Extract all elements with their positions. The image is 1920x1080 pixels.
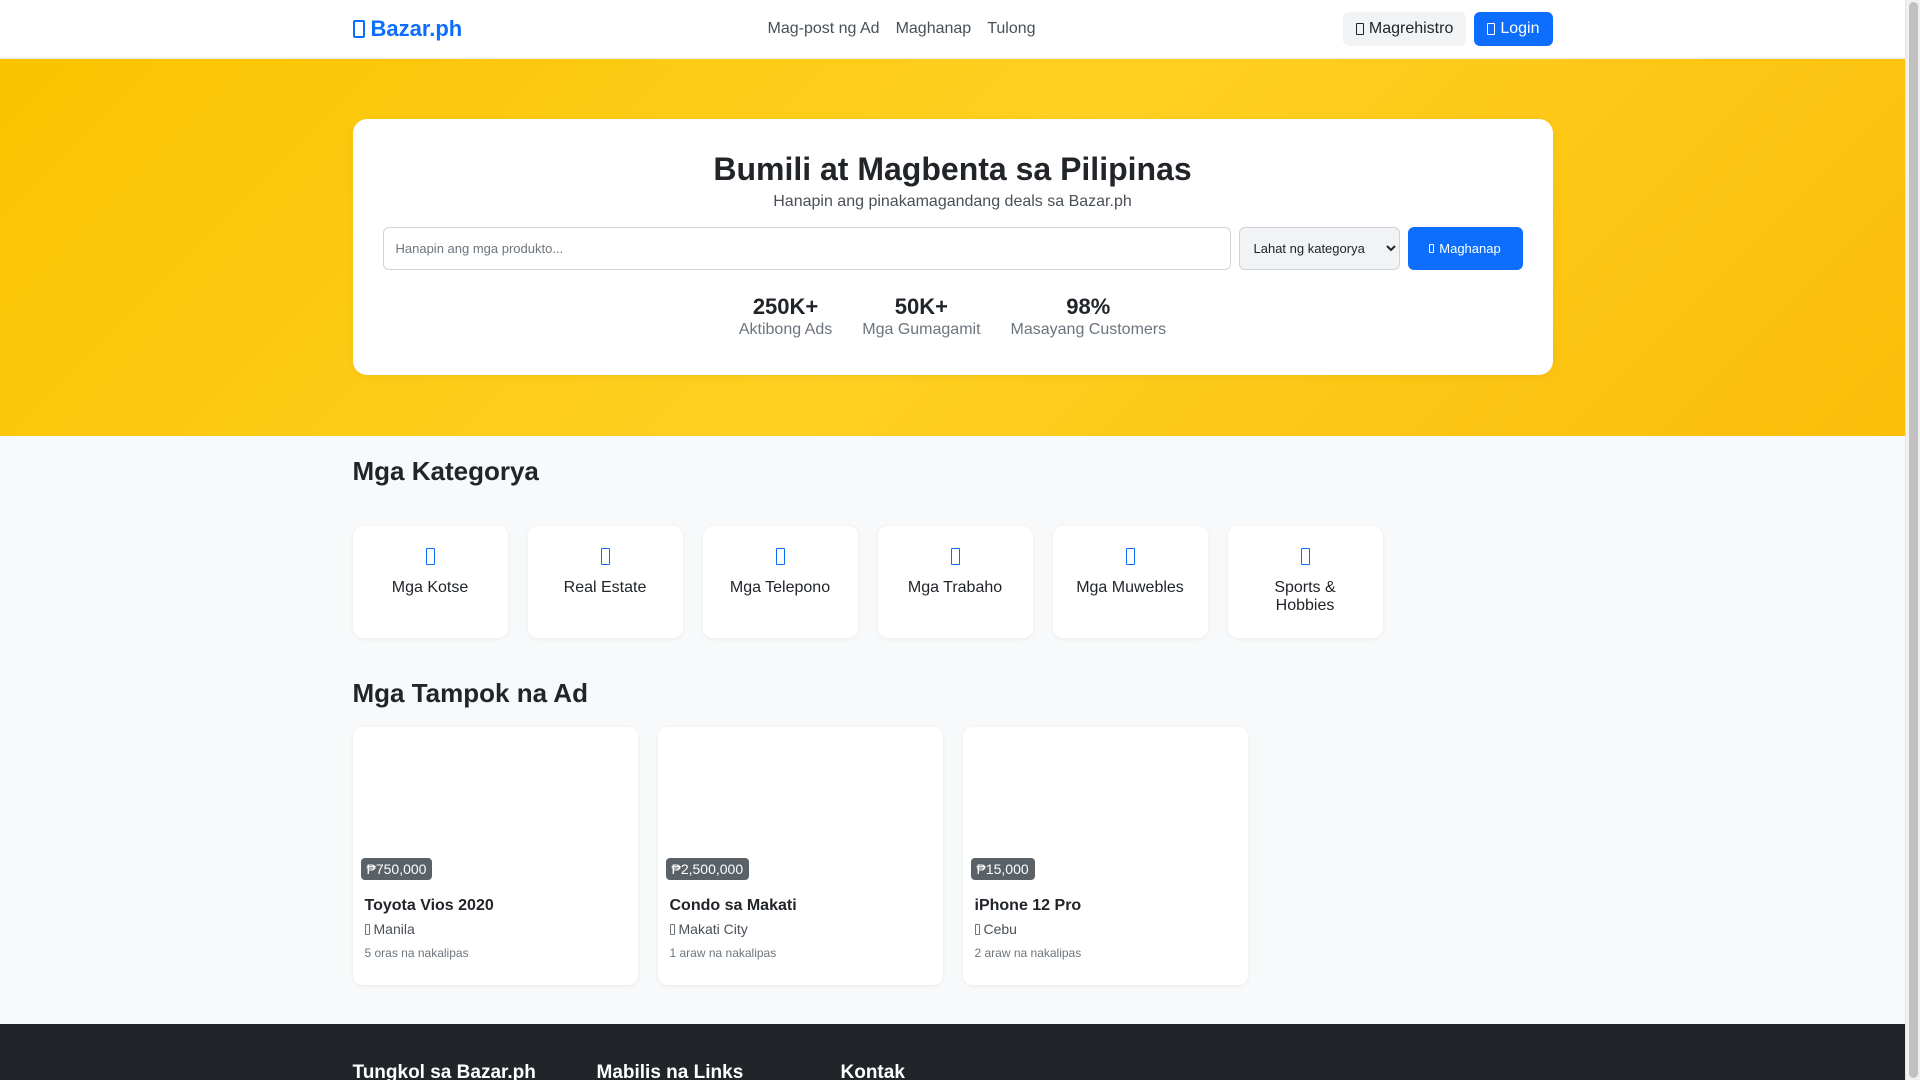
ad-body: iPhone 12 Pro Cebu 2 araw na nakalipas [963, 887, 1248, 970]
stat-happy-customers: 98% Masayang Customers [1011, 294, 1167, 339]
category-card-furniture[interactable]: Mga Muwebles [1052, 526, 1208, 638]
register-label: Magrehistro [1368, 20, 1454, 37]
map-pin-icon [364, 923, 370, 935]
search-button[interactable]: Maghanap [1407, 227, 1523, 270]
ad-card[interactable]: ₱2,500,000 Condo sa Makati Makati City 1… [657, 727, 943, 985]
register-button[interactable]: Magrehistro [1342, 12, 1467, 46]
hero-subtitle: Hanapin ang pinakamagandang deals sa Baz… [773, 193, 1132, 210]
featured-ads-title: Mga Tampok na Ad [352, 678, 588, 708]
ad-image: ₱2,500,000 [657, 727, 943, 887]
ad-time: 1 araw na nakalipas [669, 946, 777, 960]
ad-time: 2 araw na nakalipas [974, 946, 1082, 960]
nav-actions: Magrehistro Login [1342, 12, 1553, 46]
building-icon [600, 548, 610, 565]
category-label: Sports & Hobbies [1274, 579, 1336, 614]
footer-heading-about: Tungkol sa Bazar.ph [352, 1062, 536, 1080]
ad-location: Makati City [669, 921, 931, 937]
category-card-sports[interactable]: Sports & Hobbies [1227, 526, 1383, 638]
search-row: Lahat ng kategorya Maghanap [382, 227, 1523, 270]
phone-icon [775, 548, 785, 565]
ad-title: Condo sa Makati [669, 897, 797, 914]
ad-body: Condo sa Makati Makati City 1 araw na na… [658, 887, 943, 970]
page: Bazar.ph Mag-post ng Ad Maghanap Tulong … [0, 0, 1905, 1080]
stat-value: 98% [1066, 294, 1111, 319]
categories-title: Mga Kategorya [352, 456, 539, 486]
ad-title: Toyota Vios 2020 [364, 897, 494, 914]
price-badge: ₱2,500,000 [665, 858, 750, 880]
category-label: Mga Telepono [729, 579, 831, 596]
stat-label: Mga Gumagamit [862, 321, 981, 338]
briefcase-icon [950, 548, 960, 565]
category-label: Mga Kotse [391, 579, 469, 596]
footer-heading-contact: Kontak [840, 1062, 905, 1080]
stat-label: Aktibong Ads [738, 321, 833, 338]
login-button[interactable]: Login [1474, 12, 1553, 46]
category-select[interactable]: Lahat ng kategorya [1238, 227, 1400, 270]
ad-time: 5 oras na nakalipas [364, 946, 469, 960]
categories-grid: Mga Kotse Real Estate Mga Telepono Mga T… [352, 526, 1553, 638]
ad-location: Manila [364, 921, 626, 937]
ad-card[interactable]: ₱15,000 iPhone 12 Pro Cebu 2 araw na nak… [962, 727, 1248, 985]
ad-image: ₱15,000 [962, 727, 1248, 887]
stat-value: 250K+ [752, 294, 819, 319]
price-badge: ₱15,000 [970, 858, 1035, 880]
search-button-label: Maghanap [1439, 241, 1501, 256]
map-pin-icon [669, 923, 675, 935]
stat-value: 50K+ [894, 294, 948, 319]
footer-heading-quick-links: Mabilis na Links [596, 1062, 744, 1080]
ad-body: Toyota Vios 2020 Manila 5 oras na nakali… [353, 887, 638, 970]
stats-row: 250K+ Aktibong Ads 50K+ Mga Gumagamit 98… [383, 294, 1523, 339]
nav-link-post-ad[interactable]: Mag-post ng Ad [768, 20, 880, 38]
category-card-jobs[interactable]: Mga Trabaho [877, 526, 1033, 638]
category-label: Mga Muwebles [1076, 579, 1184, 596]
category-label: Mga Trabaho [907, 579, 1003, 596]
search-input[interactable] [382, 227, 1231, 270]
navbar: Bazar.ph Mag-post ng Ad Maghanap Tulong … [0, 0, 1905, 59]
nav-link-help[interactable]: Tulong [987, 20, 1035, 38]
price-badge: ₱750,000 [360, 858, 433, 880]
football-icon [1300, 548, 1310, 565]
brand-logo-link[interactable]: Bazar.ph [352, 16, 463, 42]
ad-title: iPhone 12 Pro [974, 897, 1082, 914]
sign-in-icon [1487, 23, 1496, 35]
couch-icon [1125, 548, 1135, 565]
nav-link-search[interactable]: Maghanap [896, 20, 972, 38]
ad-location-text: Makati City [678, 921, 748, 937]
ad-image: ₱750,000 [352, 727, 638, 887]
brand-name: Bazar.ph [370, 16, 463, 41]
category-card-real-estate[interactable]: Real Estate [527, 526, 683, 638]
store-icon [352, 20, 365, 38]
stat-users: 50K+ Mga Gumagamit [862, 294, 980, 339]
stat-active-ads: 250K+ Aktibong Ads [739, 294, 832, 339]
ad-card[interactable]: ₱750,000 Toyota Vios 2020 Manila 5 oras … [352, 727, 638, 985]
category-card-phones[interactable]: Mga Telepono [702, 526, 858, 638]
search-icon [1429, 244, 1435, 253]
login-label: Login [1500, 20, 1540, 37]
vertical-scrollbar[interactable] [1905, 0, 1920, 1080]
hero-section: Bumili at Magbenta sa Pilipinas Hanapin … [0, 59, 1905, 436]
ad-location: Cebu [974, 921, 1236, 937]
category-label: Real Estate [563, 579, 647, 596]
hero-card: Bumili at Magbenta sa Pilipinas Hanapin … [352, 119, 1553, 375]
scrollbar-thumb[interactable] [1909, 2, 1918, 1078]
ad-location-text: Cebu [983, 921, 1017, 937]
nav-links: Mag-post ng Ad Maghanap Tulong [768, 20, 1036, 38]
footer: Tungkol sa Bazar.ph Mabilis na Links Kon… [0, 1024, 1905, 1080]
categories-section: Mga Kategorya Mga Kotse Real Estate Mga … [0, 436, 1905, 638]
car-icon [425, 548, 435, 565]
stat-label: Masayang Customers [1010, 321, 1167, 338]
category-card-cars[interactable]: Mga Kotse [352, 526, 508, 638]
ad-location-text: Manila [373, 921, 415, 937]
featured-ads-section: Mga Tampok na Ad ₱750,000 Toyota Vios 20… [0, 638, 1905, 985]
hero-title: Bumili at Magbenta sa Pilipinas [713, 151, 1192, 187]
user-plus-icon [1355, 23, 1364, 35]
ads-grid: ₱750,000 Toyota Vios 2020 Manila 5 oras … [352, 727, 1553, 985]
map-pin-icon [974, 923, 980, 935]
